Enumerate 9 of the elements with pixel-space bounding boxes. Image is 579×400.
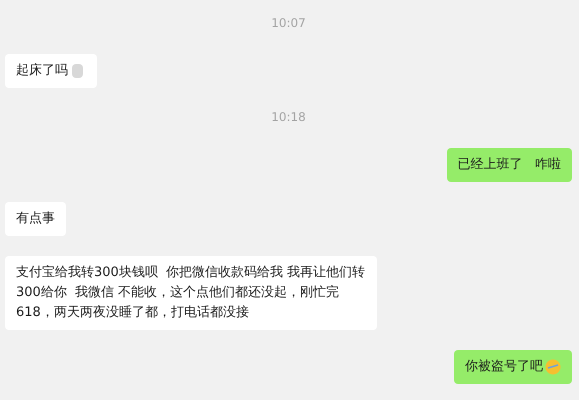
emoji-icon [545, 359, 561, 375]
timestamp: 10:18 [271, 110, 306, 124]
message-bubble: 起床了吗 [5, 54, 97, 88]
emoji-icon [70, 63, 86, 79]
message-bubble: 支付宝给我转300块钱呗 你把微信收款码给我 我再让他们转300给你 我微信 不能收，这个点他们都还没起，刚忙完618，两天两夜没睡了都，打电话都没接 [5, 256, 377, 330]
message-bubble: 已经上班了 咋啦 [446, 148, 572, 182]
message-bubble: 你被盗号了吧 [454, 350, 572, 384]
message-bubble: 有点事 [5, 202, 66, 236]
timestamp: 10:07 [271, 16, 306, 30]
